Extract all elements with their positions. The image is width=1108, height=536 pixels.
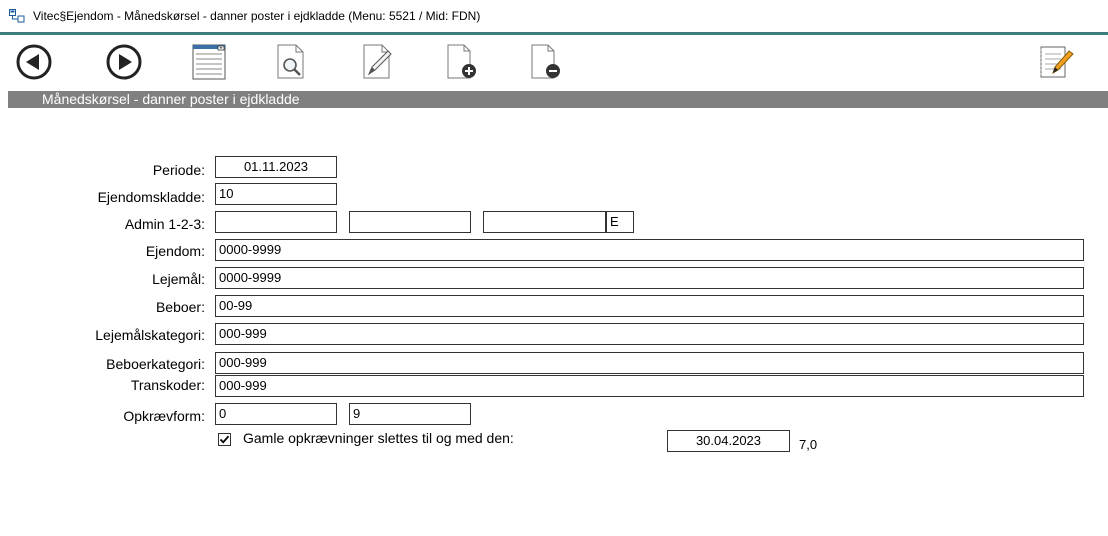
ejendomskladde-field[interactable]: 10 [215, 183, 337, 205]
lejemaalskategori-field[interactable]: 000-999 [215, 323, 1084, 345]
admin-suffix-field[interactable]: E [606, 211, 634, 233]
magnifier-document-icon [277, 44, 304, 79]
opkraevform-from-field[interactable]: 0 [215, 403, 337, 425]
section-header: Månedskørsel - danner poster i ejdkladde [8, 91, 1108, 108]
ejendomskladde-label: Ejendomskladde: [97, 189, 205, 205]
forward-button[interactable] [104, 43, 144, 81]
list-view-button[interactable] [190, 43, 230, 81]
admin-1-field[interactable] [215, 211, 337, 233]
section-title: Månedskørsel - danner poster i ejdkladde [42, 91, 300, 107]
pencil-icon [363, 44, 392, 79]
ejendom-label: Ejendom: [145, 243, 205, 259]
document-minus-icon [531, 44, 560, 79]
beboer-field[interactable]: 00-99 [215, 295, 1084, 317]
lejemaalskategori-label: Lejemålskategori: [95, 327, 205, 343]
beboer-label: Beboer: [155, 299, 205, 315]
notepad-button[interactable] [1036, 43, 1076, 81]
arrow-right-circle-icon [106, 44, 142, 80]
lejemaal-field[interactable]: 0000-9999 [215, 267, 1084, 289]
lejemaal-label: Lejemål: [152, 271, 205, 287]
app-icon [9, 9, 25, 23]
gamle-extra-value: 7,0 [799, 437, 818, 452]
beboerkategori-field[interactable]: 000-999 [215, 352, 1084, 374]
gamle-date-field[interactable]: 30.04.2023 [667, 430, 790, 452]
back-button[interactable] [14, 43, 54, 81]
gamle-checkbox[interactable] [218, 433, 231, 446]
beboerkategori-label: Beboerkategori: [106, 356, 205, 372]
opkraevform-label: Opkrævform: [123, 408, 205, 424]
transkoder-label: Transkoder: [130, 377, 205, 393]
opkraevform-to-field[interactable]: 9 [349, 403, 471, 425]
remove-document-button[interactable] [528, 43, 568, 81]
ejendom-field[interactable]: 0000-9999 [215, 239, 1084, 261]
add-document-button[interactable] [444, 43, 484, 81]
document-plus-icon [447, 44, 476, 79]
list-dropdown-icon [192, 44, 226, 80]
arrow-left-circle-icon [16, 44, 52, 80]
transkoder-field[interactable]: 000-999 [215, 375, 1084, 397]
admin-2-field[interactable] [349, 211, 471, 233]
gamle-label: Gamle opkrævninger slettes til og med de… [243, 430, 514, 446]
title-bar: Vitec§Ejendom - Månedskørsel - danner po… [0, 0, 1108, 32]
edit-document-button[interactable] [358, 43, 398, 81]
periode-field[interactable]: 01.11.2023 [215, 156, 337, 178]
admin-label: Admin 1-2-3: [124, 216, 205, 232]
search-document-button[interactable] [272, 43, 312, 81]
window-title: Vitec§Ejendom - Månedskørsel - danner po… [33, 9, 481, 23]
toolbar [0, 35, 1108, 85]
notepad-pencil-icon [1040, 46, 1074, 78]
periode-label: Periode: [152, 162, 205, 178]
admin-3-field[interactable] [483, 211, 606, 233]
